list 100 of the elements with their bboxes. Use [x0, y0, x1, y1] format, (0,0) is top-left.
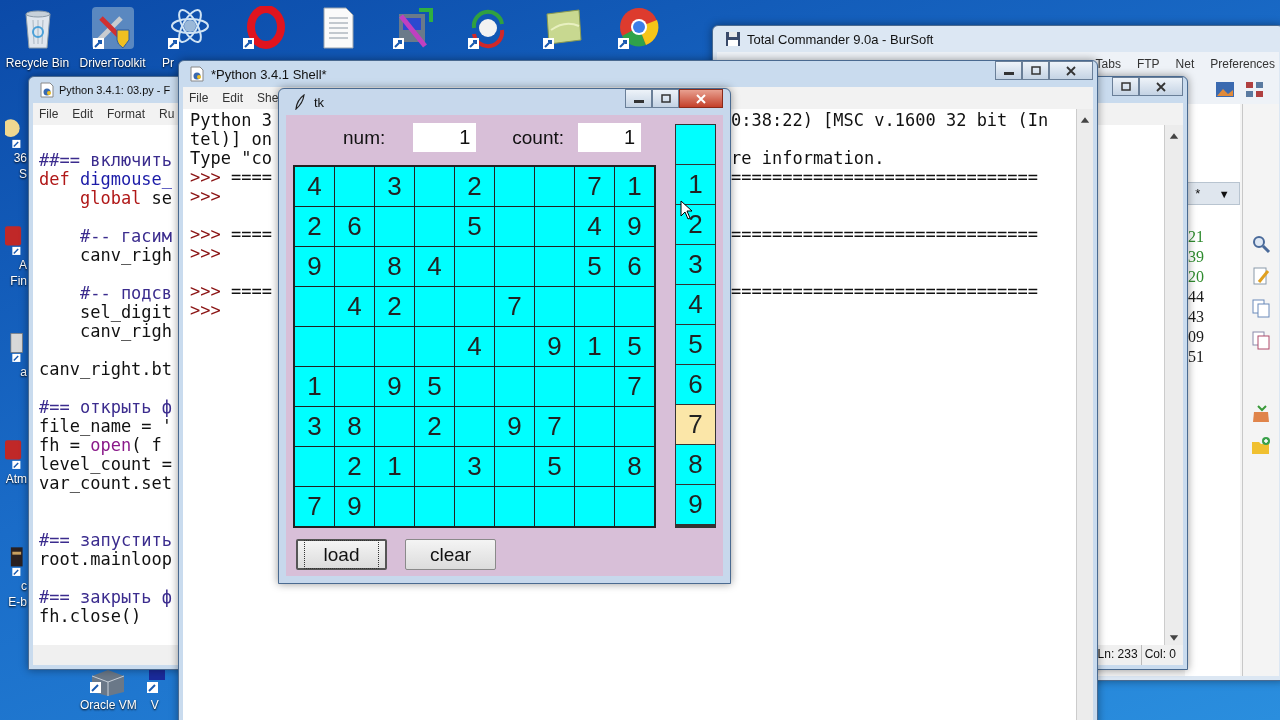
maximize-button[interactable]	[1022, 61, 1049, 80]
board-cell[interactable]: 2	[415, 407, 454, 446]
board-cell[interactable]: 6	[615, 247, 654, 286]
board-cell[interactable]: 1	[615, 167, 654, 206]
board-cell[interactable]: 5	[415, 367, 454, 406]
board-cell[interactable]: 1	[375, 447, 414, 486]
board-cell[interactable]: 7	[615, 367, 654, 406]
board-cell[interactable]	[375, 207, 414, 246]
board-cell[interactable]	[375, 487, 414, 526]
search-icon[interactable]	[1251, 234, 1271, 254]
board-cell[interactable]: 8	[615, 447, 654, 486]
board-cell[interactable]	[615, 407, 654, 446]
board-cell[interactable]: 5	[575, 247, 614, 286]
digit-cell[interactable]: 1	[676, 165, 715, 204]
board-cell[interactable]: 4	[295, 167, 334, 206]
board-cell[interactable]	[415, 327, 454, 366]
board-cell[interactable]: 1	[295, 367, 334, 406]
board-cell[interactable]	[335, 247, 374, 286]
board-cell[interactable]	[335, 327, 374, 366]
board-cell[interactable]	[535, 167, 574, 206]
board-cell[interactable]	[295, 447, 334, 486]
action-button[interactable]: load	[296, 539, 387, 570]
board-cell[interactable]: 7	[295, 487, 334, 526]
menu-item[interactable]: File	[39, 107, 59, 121]
digit-cell[interactable]: 3	[676, 245, 715, 284]
minimize-button[interactable]	[995, 61, 1022, 80]
digit-cell[interactable]: 8	[676, 445, 715, 484]
board-cell[interactable]: 7	[575, 167, 614, 206]
board-cell[interactable]	[575, 407, 614, 446]
board-cell[interactable]	[495, 247, 534, 286]
num-field[interactable]: 1	[413, 123, 477, 152]
board-cell[interactable]	[295, 287, 334, 326]
close-button[interactable]	[1049, 61, 1093, 80]
board-cell[interactable]	[575, 287, 614, 326]
board-cell[interactable]: 4	[455, 327, 494, 366]
board-cell[interactable]	[415, 287, 454, 326]
action-button[interactable]: clear	[405, 539, 496, 570]
board-cell[interactable]	[415, 487, 454, 526]
menu-item[interactable]: She	[257, 91, 279, 105]
ring-icon[interactable]	[240, 6, 285, 50]
digit-cell[interactable]	[676, 125, 715, 164]
board-cell[interactable]	[415, 207, 454, 246]
menu-item[interactable]: Preferences	[1210, 57, 1275, 71]
board-cell[interactable]: 5	[615, 327, 654, 366]
package-icon[interactable]	[390, 6, 435, 50]
board-cell[interactable]: 9	[335, 487, 374, 526]
notepad-icon[interactable]	[540, 6, 585, 50]
board-cell[interactable]	[455, 487, 494, 526]
board-cell[interactable]	[295, 327, 334, 366]
menu-item[interactable]: Tabs	[1095, 57, 1121, 71]
board-cell[interactable]	[495, 487, 534, 526]
board-cell[interactable]: 6	[335, 207, 374, 246]
picture-icon[interactable]	[1215, 80, 1235, 100]
grid-icon[interactable]	[1245, 80, 1265, 100]
board-cell[interactable]	[415, 447, 454, 486]
menu-item[interactable]: FTP	[1136, 57, 1160, 71]
menu-item[interactable]: File	[189, 91, 209, 105]
new-folder-icon[interactable]	[1251, 436, 1271, 456]
scrollbar[interactable]	[1076, 109, 1093, 720]
maximize-button[interactable]	[1112, 77, 1139, 96]
board-cell[interactable]: 2	[335, 447, 374, 486]
scrollbar[interactable]	[1164, 125, 1183, 645]
board-cell[interactable]	[495, 207, 534, 246]
board-cell[interactable]	[535, 287, 574, 326]
board-cell[interactable]: 9	[495, 407, 534, 446]
board-cell[interactable]	[455, 407, 494, 446]
board-cell[interactable]	[335, 367, 374, 406]
board-cell[interactable]: 3	[295, 407, 334, 446]
board-cell[interactable]: 4	[335, 287, 374, 326]
maximize-button[interactable]	[652, 89, 679, 108]
board-cell[interactable]	[615, 487, 654, 526]
board-cell[interactable]	[455, 367, 494, 406]
board-cell[interactable]: 7	[535, 407, 574, 446]
board-cell[interactable]	[535, 247, 574, 286]
board-cell[interactable]	[455, 247, 494, 286]
tools-icon[interactable]	[90, 6, 135, 50]
edit-icon[interactable]	[1251, 266, 1271, 286]
menu-item[interactable]: Net	[1175, 57, 1195, 71]
board-cell[interactable]: 5	[535, 447, 574, 486]
board-cell[interactable]: 9	[295, 247, 334, 286]
digit-cell[interactable]: 2	[676, 205, 715, 244]
digit-cell[interactable]: 9	[676, 485, 715, 524]
atom-icon[interactable]	[165, 6, 210, 50]
board-cell[interactable]: 4	[575, 207, 614, 246]
board-cell[interactable]: 3	[375, 167, 414, 206]
board-cell[interactable]: 2	[375, 287, 414, 326]
board-cell[interactable]: 8	[375, 247, 414, 286]
board-cell[interactable]: 5	[455, 207, 494, 246]
board-cell[interactable]	[375, 327, 414, 366]
board-cell[interactable]	[335, 167, 374, 206]
box-icon[interactable]	[1251, 404, 1271, 424]
copy-icon[interactable]	[1251, 298, 1271, 318]
board-cell[interactable]	[455, 287, 494, 326]
board-cell[interactable]	[495, 327, 534, 366]
board-cell[interactable]	[495, 367, 534, 406]
board-cell[interactable]: 1	[575, 327, 614, 366]
board-cell[interactable]	[575, 447, 614, 486]
close-button[interactable]	[1139, 77, 1183, 96]
menu-item[interactable]: Format	[107, 107, 146, 121]
board-cell[interactable]	[575, 367, 614, 406]
